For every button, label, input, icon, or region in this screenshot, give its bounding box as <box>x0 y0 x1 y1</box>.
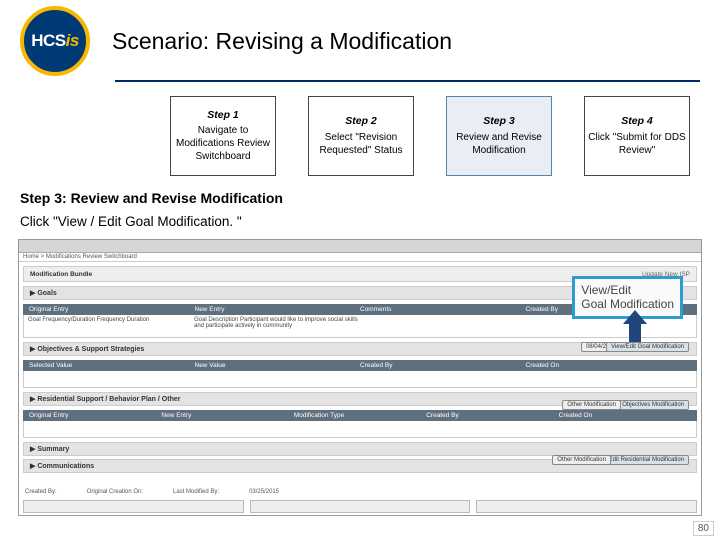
residential-row <box>23 421 697 438</box>
residential-columns: Original Entry New Entry Modification Ty… <box>23 410 697 421</box>
col-comments: Comments <box>360 306 526 313</box>
col-new: New Entry <box>195 306 361 313</box>
summary-section-header[interactable]: ▶ Summary <box>23 442 697 456</box>
col-original: Original Entry <box>29 306 195 313</box>
objectives-section: Selected Value New Value Created By Crea… <box>23 360 697 388</box>
rcol-3: Modification Type <box>294 412 426 419</box>
meta-modified-on: 03/25/2015 <box>249 489 279 495</box>
footer-field-3 <box>476 500 697 513</box>
footer-buttons <box>23 500 697 513</box>
col-ocreatedby: Created By <box>360 362 526 369</box>
mod-bundle-label: Modification Bundle <box>30 271 92 278</box>
rcol-4: Created By <box>426 412 558 419</box>
page-number: 80 <box>693 521 714 536</box>
goals-cell-1: Goal Frequency/Duration Frequency Durati… <box>28 317 194 335</box>
col-newvalue: New Value <box>195 362 361 369</box>
step-1-text: Navigate to Modifications Review Switchb… <box>173 124 273 163</box>
objectives-row <box>23 371 697 388</box>
title-underline <box>115 80 700 82</box>
other-modification-button[interactable]: Other Modification <box>562 400 621 410</box>
step-4-title: Step 4 <box>587 115 687 129</box>
other-modification-button-2[interactable]: Other Modification <box>552 455 611 465</box>
logo-text-2: is <box>66 31 79 50</box>
step-1: Step 1 Navigate to Modifications Review … <box>170 96 276 176</box>
goals-cell-2: Goal Description Participant would like … <box>194 317 360 335</box>
step-2-text: Select "Revision Requested" Status <box>311 131 411 157</box>
page-title: Scenario: Revising a Modification <box>112 28 452 55</box>
instruction-text: Click "View / Edit Goal Modification. " <box>20 214 720 229</box>
step-3: Step 3 Review and Revise Modification <box>446 96 552 176</box>
breadcrumb: Home > Modifications Review Switchboard <box>19 253 701 262</box>
residential-section: Original Entry New Entry Modification Ty… <box>23 410 697 438</box>
header: HCSis Scenario: Revising a Modification <box>0 0 720 76</box>
step-1-title: Step 1 <box>173 109 273 123</box>
objectives-columns: Selected Value New Value Created By Crea… <box>23 360 697 371</box>
step-3-text: Review and Revise Modification <box>449 131 549 157</box>
rcol-2: New Entry <box>161 412 293 419</box>
meta-created-by: Created By: <box>25 489 57 495</box>
footer-field-1 <box>23 500 244 513</box>
col-selected: Selected Value <box>29 362 195 369</box>
logo-text-1: HCS <box>31 31 65 50</box>
step-2-title: Step 2 <box>311 115 411 129</box>
step-3-title: Step 3 <box>449 115 549 129</box>
step-2: Step 2 Select "Revision Requested" Statu… <box>308 96 414 176</box>
meta-row: Created By: Original Creation On: Last M… <box>25 489 695 495</box>
slide-root: HCSis Scenario: Revising a Modification … <box>0 0 720 540</box>
meta-created-on: Original Creation On: <box>87 489 143 495</box>
logo: HCSis <box>20 6 90 76</box>
embedded-screenshot: Home > Modifications Review Switchboard … <box>18 239 702 516</box>
goals-cell-4 <box>526 317 692 335</box>
meta-modified-by: Last Modified By: <box>173 489 219 495</box>
rcol-1: Original Entry <box>29 412 161 419</box>
col-ocreatedon: Created On <box>526 362 692 369</box>
app-toolbar <box>19 240 701 253</box>
view-edit-line1: View/Edit <box>581 283 674 297</box>
goals-cell-3 <box>360 317 526 335</box>
footer-field-2 <box>250 500 471 513</box>
step-subheading: Step 3: Review and Revise Modification <box>20 190 720 206</box>
rcol-5: Created On <box>559 412 691 419</box>
view-edit-goal-small-button[interactable]: View/Edit Goal Modification <box>606 342 689 352</box>
step-4: Step 4 Click "Submit for DDS Review" <box>584 96 690 176</box>
steps-row: Step 1 Navigate to Modifications Review … <box>170 96 720 176</box>
step-4-text: Click "Submit for DDS Review" <box>587 131 687 157</box>
